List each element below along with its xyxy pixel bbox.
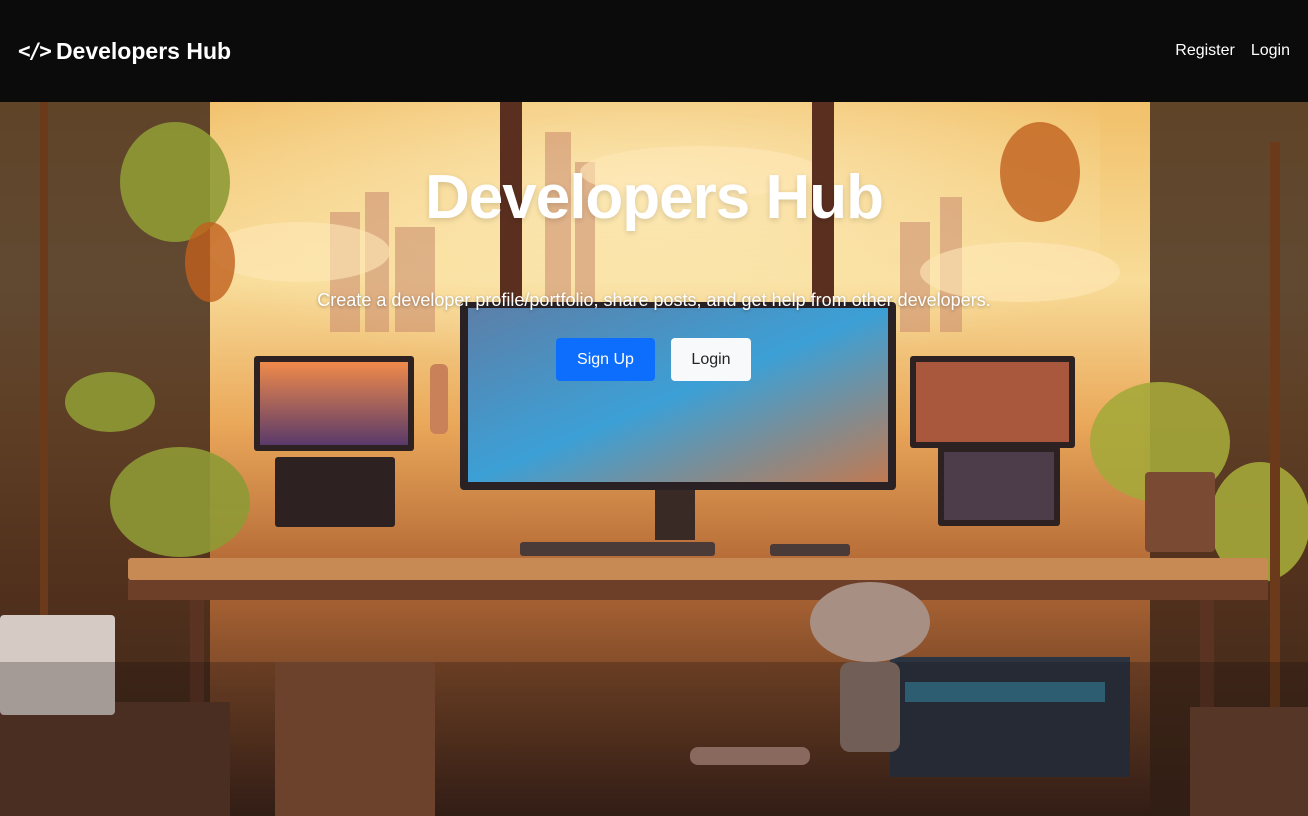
brand-text: Developers Hub (55, 37, 232, 64)
register-link[interactable]: Register (1175, 42, 1235, 60)
sign-up-button[interactable]: Sign Up (556, 338, 655, 381)
hero-section: Developers Hub Create a developer profil… (0, 102, 1308, 816)
login-link[interactable]: Login (1251, 42, 1290, 60)
hero-title: Developers Hub (424, 163, 884, 232)
hero-buttons: Sign Up Login (556, 338, 751, 381)
brand-link[interactable]: </> Developers Hub (18, 38, 231, 65)
login-button[interactable]: Login (671, 338, 751, 381)
hero-lead: Create a developer profile/portfolio, sh… (317, 290, 991, 310)
nav-links: Register Login (1175, 42, 1290, 60)
navbar: </> Developers Hub Register Login (0, 0, 1308, 102)
code-icon: </> (18, 39, 52, 63)
